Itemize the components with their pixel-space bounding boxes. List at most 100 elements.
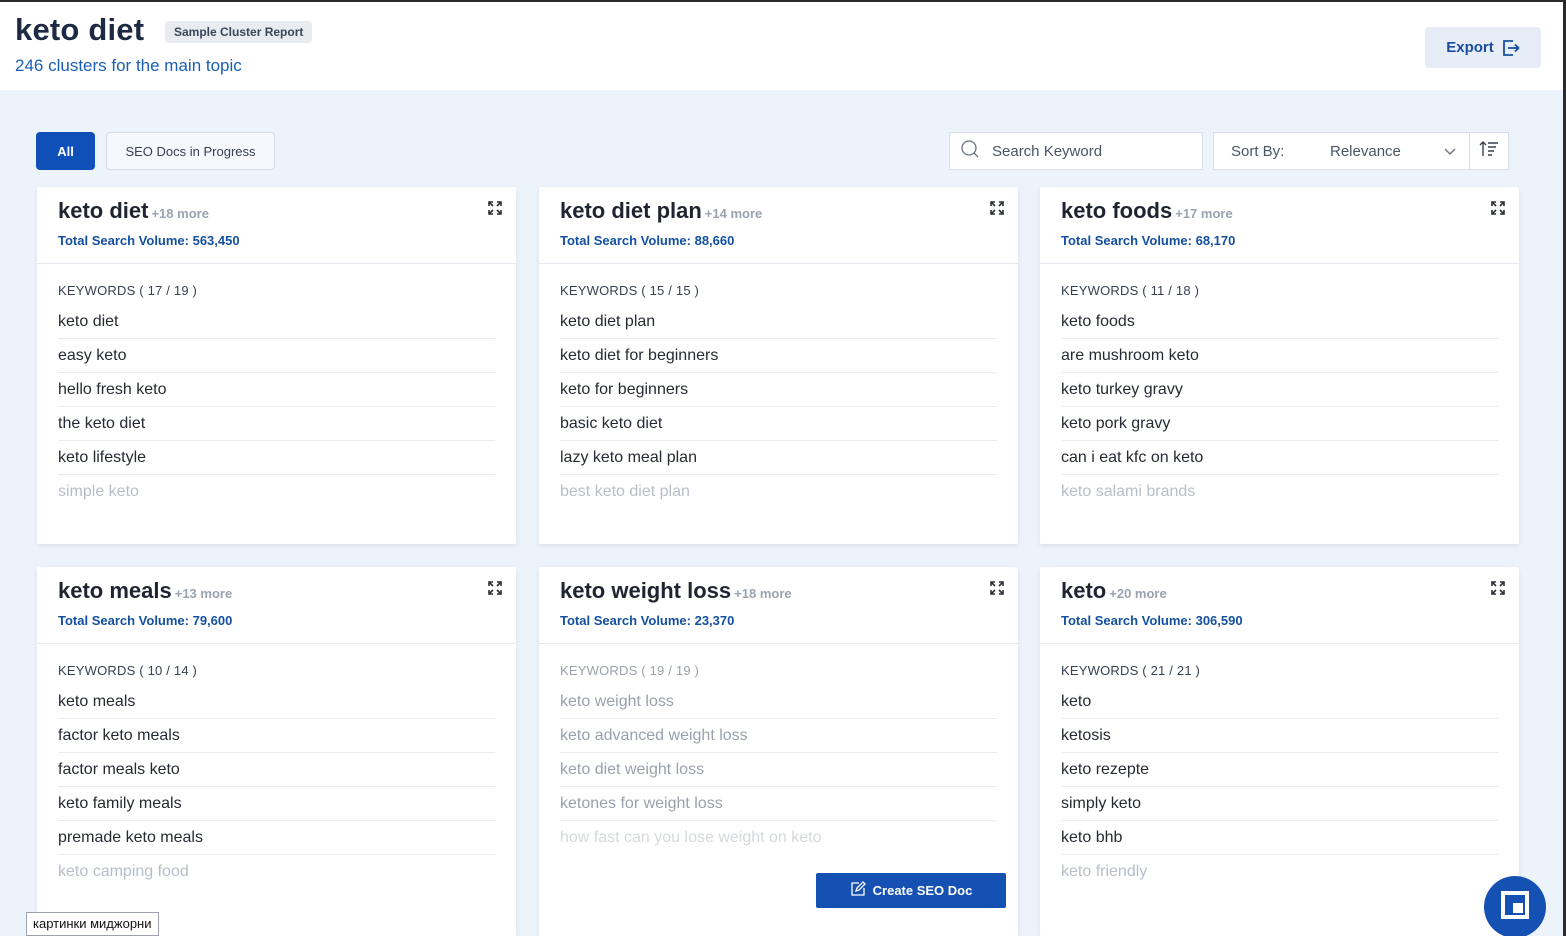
cluster-count-subtitle: 246 clusters for the main topic xyxy=(15,56,242,75)
list-item: keto rezepte xyxy=(1061,753,1498,787)
more-count: +20 more xyxy=(1109,586,1167,601)
keywords-header: KEYWORDS ( 10 / 14 ) xyxy=(58,663,198,678)
cluster-card-header: keto weight loss +18 more Total Search Vo… xyxy=(539,567,1018,644)
cluster-card[interactable]: keto +20 more Total Search Volume: 306,59… xyxy=(1040,567,1519,936)
list-item: how fast can you lose weight on keto xyxy=(560,829,822,846)
list-item: keto advanced weight loss xyxy=(560,719,997,753)
more-count: +18 more xyxy=(734,586,792,601)
search-icon xyxy=(960,139,980,164)
list-item: can i eat kfc on keto xyxy=(1061,441,1498,475)
list-item: keto camping food xyxy=(58,863,189,880)
sort-dropdown[interactable]: Sort By: Relevance xyxy=(1213,132,1470,170)
list-item: keto meals xyxy=(58,685,495,719)
list-item: keto pork gravy xyxy=(1061,407,1498,441)
cluster-title: keto +20 more xyxy=(1061,578,1167,603)
keyword-list: keto meals factor keto meals factor meal… xyxy=(58,685,495,889)
keywords-header: KEYWORDS ( 21 / 21 ) xyxy=(1061,663,1201,678)
more-count: +17 more xyxy=(1175,206,1233,221)
keywords-header: KEYWORDS ( 15 / 15 ) xyxy=(560,283,700,298)
sort-value: Relevance xyxy=(1330,142,1401,160)
cluster-card-header: keto foods +17 more Total Search Volume: … xyxy=(1040,187,1519,264)
keyword-list: keto weight loss keto advanced weight lo… xyxy=(560,685,997,855)
cluster-title: keto foods +17 more xyxy=(1061,198,1233,223)
list-item: best keto diet plan xyxy=(560,483,690,500)
sort-direction-button[interactable] xyxy=(1469,132,1509,170)
list-item: keto friendly xyxy=(1061,863,1148,880)
list-item: lazy keto meal plan xyxy=(560,441,997,475)
sort-label: Sort By: xyxy=(1231,142,1285,160)
keywords-header: KEYWORDS ( 19 / 19 ) xyxy=(560,663,700,678)
cluster-card-header: keto diet plan +14 more Total Search Volu… xyxy=(539,187,1018,264)
list-item: keto diet xyxy=(58,305,495,339)
app-logo-icon xyxy=(1500,890,1530,925)
keyword-list: keto foods are mushroom keto keto turkey… xyxy=(1061,305,1498,509)
cluster-card[interactable]: keto foods +17 more Total Search Volume: … xyxy=(1040,187,1519,544)
list-item: the keto diet xyxy=(58,407,495,441)
keyword-list: keto ketosis keto rezepte simply keto ke… xyxy=(1061,685,1498,889)
expand-icon[interactable] xyxy=(1491,581,1505,595)
page-title: keto diet xyxy=(15,12,145,47)
expand-icon[interactable] xyxy=(488,201,502,215)
list-item: keto diet for beginners xyxy=(560,339,997,373)
sort-order-icon xyxy=(1479,140,1499,163)
more-count: +18 more xyxy=(151,206,209,221)
create-seo-doc-label: Create SEO Doc xyxy=(872,883,973,898)
total-search-volume: Total Search Volume: 563,450 xyxy=(58,233,240,248)
expand-icon[interactable] xyxy=(990,581,1004,595)
list-item: keto diet plan xyxy=(560,305,997,339)
report-header: keto diet Sample Cluster Report 246 clus… xyxy=(0,2,1563,90)
keyword-search[interactable] xyxy=(949,132,1203,170)
cluster-title: keto weight loss +18 more xyxy=(560,578,792,603)
total-search-volume: Total Search Volume: 68,170 xyxy=(1061,233,1236,248)
list-item: ketosis xyxy=(1061,719,1498,753)
help-chat-button[interactable] xyxy=(1484,876,1546,936)
tab-seo-docs-in-progress[interactable]: SEO Docs in Progress xyxy=(106,132,275,170)
keywords-header: KEYWORDS ( 17 / 19 ) xyxy=(58,283,198,298)
list-item: keto foods xyxy=(1061,305,1498,339)
expand-icon[interactable] xyxy=(1491,201,1505,215)
cluster-card[interactable]: keto diet plan +14 more Total Search Volu… xyxy=(539,187,1018,544)
list-item: simple keto xyxy=(58,483,139,500)
total-search-volume: Total Search Volume: 306,590 xyxy=(1061,613,1243,628)
cluster-title: keto diet +18 more xyxy=(58,198,209,223)
list-item: keto lifestyle xyxy=(58,441,495,475)
more-count: +14 more xyxy=(704,206,763,221)
export-button[interactable]: Export xyxy=(1425,27,1541,68)
keyword-list: keto diet plan keto diet for beginners k… xyxy=(560,305,997,509)
list-item: simply keto xyxy=(1061,787,1498,821)
list-item: easy keto xyxy=(58,339,495,373)
cluster-card-header: keto diet +18 more Total Search Volume: 5… xyxy=(37,187,516,264)
cluster-card-header: keto meals +13 more Total Search Volume: … xyxy=(37,567,516,644)
list-item: keto diet weight loss xyxy=(560,753,997,787)
expand-icon[interactable] xyxy=(990,201,1004,215)
export-label: Export xyxy=(1446,39,1494,56)
list-item: keto family meals xyxy=(58,787,495,821)
list-item: factor meals keto xyxy=(58,753,495,787)
edit-document-icon xyxy=(850,881,866,900)
total-search-volume: Total Search Volume: 79,600 xyxy=(58,613,233,628)
total-search-volume: Total Search Volume: 88,660 xyxy=(560,233,735,248)
list-item: are mushroom keto xyxy=(1061,339,1498,373)
create-seo-doc-button[interactable]: Create SEO Doc xyxy=(816,873,1006,908)
cluster-card[interactable]: keto diet +18 more Total Search Volume: 5… xyxy=(37,187,516,544)
cluster-card[interactable]: keto meals +13 more Total Search Volume: … xyxy=(37,567,516,936)
cluster-title: keto diet plan +14 more xyxy=(560,198,763,223)
cluster-card-header: keto +20 more Total Search Volume: 306,59… xyxy=(1040,567,1519,644)
list-item: premade keto meals xyxy=(58,821,495,855)
total-search-volume: Total Search Volume: 23,370 xyxy=(560,613,735,628)
list-item: keto for beginners xyxy=(560,373,997,407)
list-item: factor keto meals xyxy=(58,719,495,753)
export-icon xyxy=(1502,39,1520,56)
list-item: keto weight loss xyxy=(560,685,997,719)
more-count: +13 more xyxy=(174,586,233,601)
keywords-header: KEYWORDS ( 11 / 18 ) xyxy=(1061,283,1200,298)
keyword-list: keto diet easy keto hello fresh keto the… xyxy=(58,305,495,509)
search-input[interactable] xyxy=(992,142,1182,160)
watermark-label: картинки миджорни xyxy=(26,912,159,936)
expand-icon[interactable] xyxy=(488,581,502,595)
list-item: keto bhb xyxy=(1061,821,1498,855)
list-item: keto salami brands xyxy=(1061,483,1196,500)
chevron-down-icon xyxy=(1443,144,1457,158)
sample-report-badge: Sample Cluster Report xyxy=(165,21,313,43)
tab-all[interactable]: All xyxy=(36,132,95,170)
